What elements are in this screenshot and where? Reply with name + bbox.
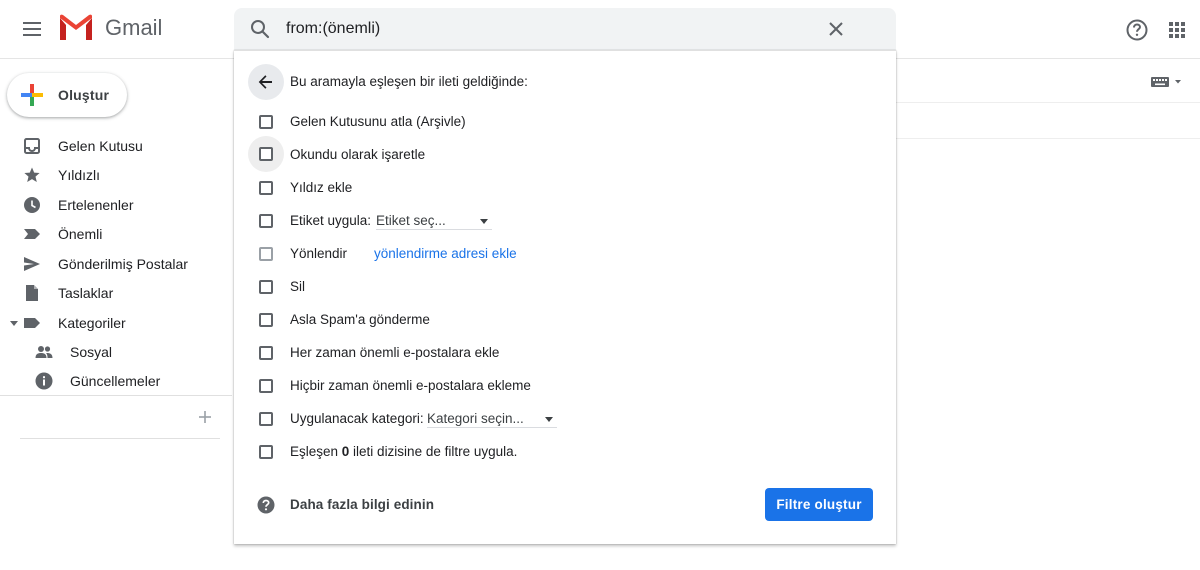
apply-label-checkbox[interactable] [248, 204, 284, 237]
dropdown-caret-icon [480, 219, 488, 224]
main-menu-button[interactable] [12, 9, 52, 49]
apply-matching-checkbox[interactable] [248, 435, 284, 468]
option-label: Okundu olarak işaretle [290, 147, 426, 162]
create-filter-button[interactable]: Filtre oluştur [765, 488, 873, 521]
always-important-checkbox[interactable] [248, 336, 284, 369]
category-select-dropdown[interactable]: Kategori seçin... [427, 406, 557, 428]
clear-search-icon[interactable] [824, 17, 848, 41]
apps-grid-icon[interactable] [1164, 17, 1190, 43]
option-always-important: Her zaman önemli e-postalara ekle [248, 336, 868, 369]
arrow-left-icon [258, 75, 272, 89]
help-circle-icon[interactable] [256, 495, 276, 515]
apply-matching-prefix: Eşleşen [290, 444, 342, 459]
dropdown-caret-icon [545, 417, 553, 422]
people-icon [35, 346, 53, 358]
option-label: Yıldız ekle [290, 180, 353, 195]
add-forwarding-address-link[interactable]: yönlendirme adresi ekle [374, 246, 517, 261]
sidebar-item-label: Ertelenenler [58, 197, 134, 213]
draft-icon [26, 285, 38, 301]
option-mark-read: Okundu olarak işaretle [248, 136, 868, 172]
option-never-important: Hiçbir zaman önemli e-postalara ekleme [248, 369, 868, 402]
create-filter-panel: Bu aramayla eşleşen bir ileti geldiğinde… [234, 50, 896, 544]
category-checkbox[interactable] [248, 402, 284, 435]
option-label: Yönlendir [290, 246, 348, 261]
important-icon [24, 229, 40, 239]
info-icon [35, 372, 53, 390]
option-apply-matching: Eşleşen 0 ileti dizisine de filtre uygul… [248, 435, 868, 468]
sidebar-item-label: Gönderilmiş Postalar [58, 256, 188, 272]
inbox-icon [24, 138, 40, 154]
sidebar-item-drafts[interactable]: Taslaklar [0, 278, 225, 307]
option-label: Hiçbir zaman önemli e-postalara ekleme [290, 378, 531, 393]
option-label: Etiket uygula: [290, 213, 372, 228]
search-icon[interactable] [248, 17, 272, 41]
category-select-value: Kategori seçin... [427, 411, 524, 426]
sidebar-item-label: Önemli [58, 226, 103, 242]
app-name: Gmail [105, 15, 163, 40]
hamburger-menu-icon [23, 22, 41, 36]
option-skip-inbox: Gelen Kutusunu atla (Arşivle) [248, 105, 868, 138]
option-label: Asla Spam'a gönderme [290, 312, 430, 327]
expand-arrow-icon[interactable] [9, 319, 19, 327]
label-select-dropdown[interactable]: Etiket seç... [376, 208, 492, 230]
skip-inbox-checkbox[interactable] [248, 105, 284, 138]
sidebar-item-label: Kategoriler [58, 315, 126, 331]
compose-label: Oluştur [58, 87, 110, 103]
delete-checkbox[interactable] [248, 270, 284, 303]
learn-more-link[interactable]: Daha fazla bilgi edinin [290, 497, 434, 512]
option-label: Gelen Kutusunu atla (Arşivle) [290, 114, 466, 129]
label-icon [24, 318, 40, 328]
sidebar-item-label: Sosyal [70, 344, 113, 360]
sidebar-item-starred[interactable]: Yıldızlı [0, 160, 225, 189]
colorful-plus-icon [21, 84, 43, 106]
help-icon[interactable] [1124, 17, 1150, 43]
sidebar-item-important[interactable]: Önemli [0, 219, 225, 248]
sidebar-item-updates[interactable]: Güncellemeler [0, 366, 225, 395]
compose-button[interactable]: Oluştur [7, 73, 127, 117]
option-apply-label: Etiket uygula: Etiket seç... [248, 204, 868, 237]
forward-checkbox[interactable] [248, 237, 284, 270]
option-label: Her zaman önemli e-postalara ekle [290, 345, 500, 360]
option-never-spam: Asla Spam'a gönderme [248, 303, 868, 336]
sidebar-divider [20, 438, 220, 439]
gmail-m-icon [60, 14, 92, 40]
never-spam-checkbox[interactable] [248, 303, 284, 336]
clock-icon [24, 197, 40, 213]
sidebar-item-snoozed[interactable]: Ertelenenler [0, 190, 225, 219]
sidebar-item-social[interactable]: Sosyal [0, 337, 225, 366]
option-category: Uygulanacak kategori: Kategori seçin... [248, 402, 868, 435]
option-star: Yıldız ekle [248, 171, 868, 204]
option-label: Uygulanacak kategori: [290, 411, 424, 426]
star-icon [24, 167, 40, 182]
sidebar-item-label: Taslaklar [58, 285, 114, 301]
toolbar-divider [896, 102, 1200, 103]
sidebar-item-label: Güncellemeler [70, 373, 161, 389]
option-delete: Sil [248, 270, 868, 303]
sidebar-item-categories[interactable]: Kategoriler [0, 308, 225, 337]
back-button[interactable] [248, 64, 284, 100]
sidebar-divider [0, 395, 232, 396]
sidebar-item-inbox[interactable]: Gelen Kutusu [0, 131, 225, 160]
star-checkbox[interactable] [248, 171, 284, 204]
search-input[interactable] [286, 14, 806, 44]
add-label-plus-icon[interactable] [195, 407, 215, 427]
toolbar-divider [896, 138, 1200, 139]
never-important-checkbox[interactable] [248, 369, 284, 402]
sidebar-item-label: Yıldızlı [58, 167, 101, 183]
panel-title: Bu aramayla eşleşen bir ileti geldiğinde… [290, 74, 528, 89]
apply-matching-suffix: ileti dizisine de filtre uygula. [349, 444, 518, 459]
label-select-value: Etiket seç... [376, 213, 446, 228]
sidebar-item-sent[interactable]: Gönderilmiş Postalar [0, 249, 225, 278]
mark-read-checkbox[interactable] [248, 136, 284, 172]
keyboard-icon[interactable] [1150, 74, 1184, 90]
option-forward: Yönlendir yönlendirme adresi ekle [248, 237, 868, 270]
option-label: Eşleşen 0 ileti dizisine de filtre uygul… [290, 444, 517, 459]
sidebar-item-label: Gelen Kutusu [58, 138, 143, 154]
option-label: Sil [290, 279, 306, 294]
search-bar [234, 8, 896, 50]
send-icon [24, 257, 40, 271]
gmail-logo[interactable]: Gmail [58, 14, 162, 42]
